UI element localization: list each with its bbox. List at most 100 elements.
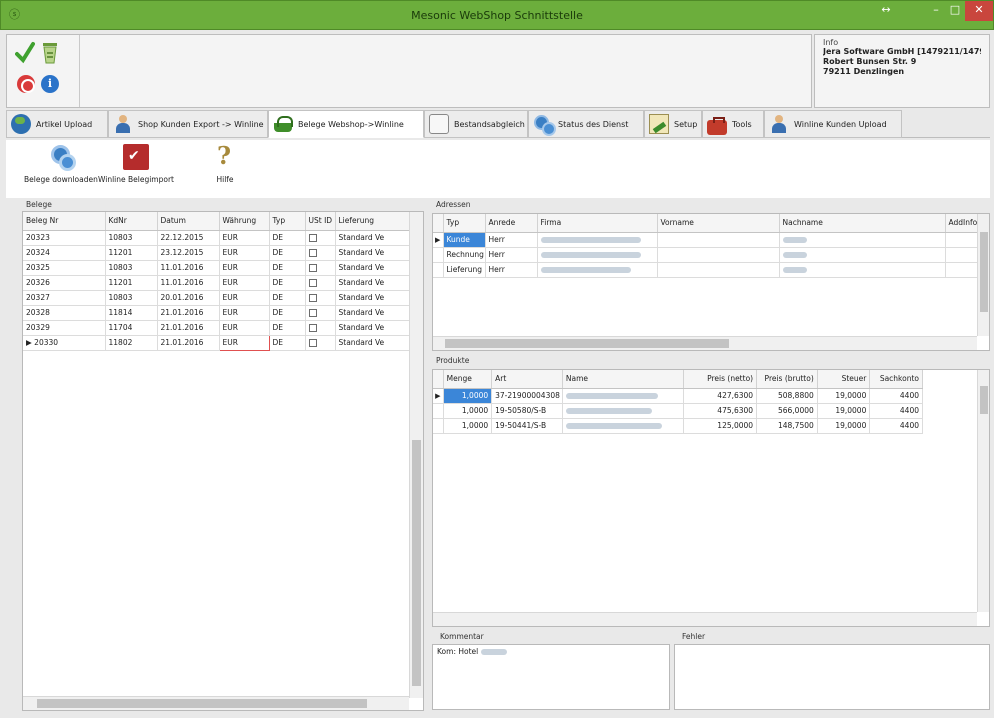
col-lieferung[interactable]: Lieferung: [335, 212, 412, 231]
tab-status-des-dienst[interactable]: Status des Dienst: [528, 110, 644, 138]
col-art[interactable]: Art: [491, 370, 563, 389]
vorname-cell[interactable]: [657, 262, 780, 278]
lieferung-cell[interactable]: Standard Ve: [335, 275, 412, 291]
beleg-nr-cell[interactable]: 20325: [23, 260, 106, 276]
typ-cell[interactable]: DE: [269, 230, 306, 246]
col-kdnr[interactable]: KdNr: [105, 212, 158, 231]
tab-artikel-upload[interactable]: Artikel Upload: [6, 110, 108, 138]
col-menge[interactable]: Menge: [443, 370, 493, 389]
menge-cell[interactable]: 1,0000: [443, 388, 493, 404]
beleg-nr-cell[interactable]: 20326: [23, 275, 106, 291]
table-row[interactable]: 20326 11201 11.01.2016 EUR DE Standard V…: [23, 275, 412, 291]
name-cell[interactable]: [562, 403, 685, 419]
table-row[interactable]: ▶ Kunde Herr: [433, 232, 978, 248]
name-cell[interactable]: [562, 418, 685, 434]
col-preis-brutto[interactable]: Preis (brutto): [756, 370, 818, 389]
waehrung-cell[interactable]: EUR: [219, 320, 270, 336]
col-addinfo[interactable]: AddInfo: [945, 214, 978, 233]
recycle-bin-icon[interactable]: [41, 41, 59, 65]
tab-winline-kunden-upload[interactable]: Winline Kunden Upload: [764, 110, 902, 138]
steuer-cell[interactable]: 19,0000: [817, 388, 871, 404]
checkmark-icon[interactable]: [15, 41, 35, 65]
kdnr-cell[interactable]: 11201: [105, 275, 158, 291]
col-firma[interactable]: Firma: [537, 214, 658, 233]
ustid-cell[interactable]: [305, 230, 336, 246]
ustid-checkbox[interactable]: [308, 249, 317, 257]
info-icon[interactable]: i: [41, 75, 59, 93]
kdnr-cell[interactable]: 10803: [105, 260, 158, 276]
anrede-cell[interactable]: Herr: [485, 262, 538, 278]
table-row[interactable]: 1,0000 19-50580/S-B 475,6300 566,0000 19…: [433, 403, 923, 419]
datum-cell[interactable]: 21.01.2016: [157, 335, 220, 351]
datum-cell[interactable]: 22.12.2015: [157, 230, 220, 246]
kdnr-cell[interactable]: 11201: [105, 245, 158, 261]
tab-shop-kunden-export[interactable]: Shop Kunden Export -> Winline: [108, 110, 268, 138]
table-row[interactable]: 20324 11201 23.12.2015 EUR DE Standard V…: [23, 245, 412, 261]
beleg-nr-cell[interactable]: 20323: [23, 230, 106, 246]
restore-icon[interactable]: ↔: [873, 1, 899, 21]
kdnr-cell[interactable]: 10803: [105, 230, 158, 246]
ustid-checkbox[interactable]: [308, 324, 317, 332]
col-datum[interactable]: Datum: [157, 212, 220, 231]
kommentar-field[interactable]: Kom: Hotel: [432, 644, 670, 710]
tab-tools[interactable]: Tools: [702, 110, 764, 138]
kdnr-cell[interactable]: 11704: [105, 320, 158, 336]
waehrung-cell[interactable]: EUR: [219, 260, 270, 276]
typ-cell[interactable]: DE: [269, 275, 306, 291]
datum-cell[interactable]: 11.01.2016: [157, 275, 220, 291]
scroll-thumb[interactable]: [980, 386, 988, 414]
name-cell[interactable]: [562, 388, 685, 404]
sachkonto-cell[interactable]: 4400: [869, 388, 923, 404]
table-row[interactable]: 20329 11704 21.01.2016 EUR DE Standard V…: [23, 320, 412, 336]
steuer-cell[interactable]: 19,0000: [817, 403, 871, 419]
ustid-cell[interactable]: [305, 290, 336, 306]
tab-belege-webshop-winline[interactable]: Belege Webshop->Winline: [268, 110, 424, 138]
beleg-nr-cell[interactable]: 20327: [23, 290, 106, 306]
beleg-nr-cell[interactable]: ▶ 20330: [23, 335, 106, 351]
preis-brutto-cell[interactable]: 508,8800: [756, 388, 818, 404]
typ-cell[interactable]: Lieferung: [443, 262, 486, 278]
scroll-thumb[interactable]: [445, 339, 729, 348]
datum-cell[interactable]: 20.01.2016: [157, 290, 220, 306]
nachname-cell[interactable]: [779, 232, 946, 248]
ustid-cell[interactable]: [305, 320, 336, 336]
typ-cell[interactable]: Kunde: [443, 232, 486, 248]
maximize-button[interactable]: □: [946, 1, 964, 21]
col-ustid[interactable]: USt ID: [305, 212, 336, 231]
table-row[interactable]: Lieferung Herr: [433, 262, 978, 278]
ustid-cell[interactable]: [305, 245, 336, 261]
waehrung-cell-selected[interactable]: EUR: [218, 334, 270, 351]
anrede-cell[interactable]: Herr: [485, 247, 538, 263]
col-beleg-nr[interactable]: Beleg Nr: [23, 212, 106, 231]
col-preis-netto[interactable]: Preis (netto): [683, 370, 758, 389]
waehrung-cell[interactable]: EUR: [219, 275, 270, 291]
art-cell[interactable]: 19-50580/S-B: [491, 403, 563, 419]
lieferung-cell[interactable]: Standard Ve: [335, 260, 412, 276]
ustid-checkbox[interactable]: [308, 339, 317, 347]
ustid-checkbox[interactable]: [308, 309, 317, 317]
addinfo-cell[interactable]: [945, 232, 978, 248]
belege-horizontal-scrollbar[interactable]: [23, 696, 409, 710]
table-row[interactable]: 20328 11814 21.01.2016 EUR DE Standard V…: [23, 305, 412, 321]
sachkonto-cell[interactable]: 4400: [869, 418, 923, 434]
beleg-nr-cell[interactable]: 20329: [23, 320, 106, 336]
firma-cell[interactable]: [537, 262, 658, 278]
table-row[interactable]: 1,0000 19-50441/S-B 125,0000 148,7500 19…: [433, 418, 923, 434]
lieferung-cell[interactable]: Standard Ve: [335, 320, 412, 336]
winline-belegimport-button[interactable]: Winline Belegimport: [98, 144, 174, 184]
art-cell[interactable]: 37-21900004308: [491, 388, 563, 404]
typ-cell[interactable]: DE: [269, 335, 306, 351]
fehler-field[interactable]: [674, 644, 990, 710]
minimize-button[interactable]: –: [926, 1, 946, 21]
datum-cell[interactable]: 21.01.2016: [157, 305, 220, 321]
waehrung-cell[interactable]: EUR: [219, 290, 270, 306]
typ-cell[interactable]: DE: [269, 290, 306, 306]
ustid-checkbox[interactable]: [308, 264, 317, 272]
table-row[interactable]: Rechnung Herr: [433, 247, 978, 263]
firma-cell[interactable]: [537, 232, 658, 248]
addinfo-cell[interactable]: [945, 262, 978, 278]
beleg-nr-cell[interactable]: 20328: [23, 305, 106, 321]
col-typ[interactable]: Typ: [443, 214, 486, 233]
addinfo-cell[interactable]: [945, 247, 978, 263]
preis-brutto-cell[interactable]: 566,0000: [756, 403, 818, 419]
